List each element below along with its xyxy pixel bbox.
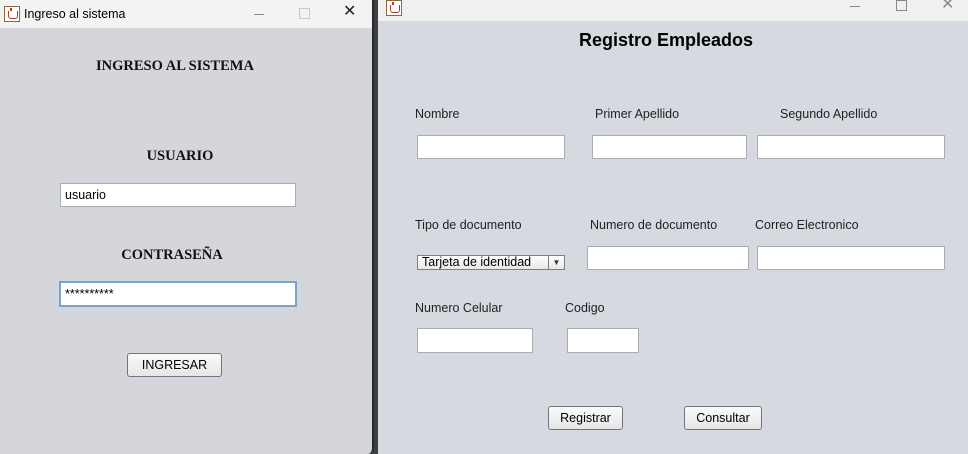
numero-documento-input[interactable]	[587, 246, 749, 270]
maximize-icon[interactable]	[896, 0, 907, 11]
tipo-documento-label: Tipo de documento	[415, 218, 522, 232]
login-titlebar: Ingreso al sistema ✕	[0, 0, 372, 28]
primer-apellido-label: Primer Apellido	[595, 107, 680, 121]
correo-label: Correo Electronico	[755, 218, 859, 232]
celular-label: Numero Celular	[415, 301, 503, 315]
ingresar-button[interactable]: INGRESAR	[127, 353, 222, 377]
window-title: Ingreso al sistema	[24, 7, 126, 21]
register-titlebar: ✕	[378, 0, 968, 21]
registrar-button[interactable]: Registrar	[548, 406, 623, 430]
numero-documento-label: Numero de documento	[590, 218, 718, 232]
login-window: Ingreso al sistema ✕ INGRESO AL SISTEMA …	[0, 0, 374, 454]
consultar-button[interactable]: Consultar	[684, 406, 762, 430]
usuario-label: USUARIO	[146, 148, 214, 164]
tipo-documento-selected: Tarjeta de identidad	[422, 255, 532, 269]
nombre-label: Nombre	[415, 107, 460, 121]
primer-apellido-input[interactable]	[592, 135, 747, 159]
password-field[interactable]	[59, 281, 297, 307]
close-icon[interactable]: ✕	[941, 0, 954, 13]
close-icon[interactable]: ✕	[343, 4, 356, 20]
codigo-label: Codigo	[565, 301, 605, 315]
codigo-input[interactable]	[567, 328, 639, 353]
nombre-input[interactable]	[417, 135, 565, 159]
java-app-icon	[4, 6, 20, 22]
usuario-input[interactable]	[60, 183, 296, 207]
page-title: Registro Empleados	[579, 30, 754, 50]
minimize-icon[interactable]	[850, 0, 860, 13]
contrasena-label: CONTRASEÑA	[121, 247, 223, 263]
segundo-apellido-input[interactable]	[757, 135, 945, 159]
correo-input[interactable]	[757, 246, 945, 270]
java-app-icon	[386, 0, 402, 16]
chevron-down-icon[interactable]: ▼	[548, 256, 564, 269]
maximize-icon	[299, 8, 310, 19]
minimize-icon[interactable]	[254, 8, 264, 21]
login-heading: INGRESO AL SISTEMA	[96, 58, 254, 74]
segundo-apellido-label: Segundo Apellido	[780, 107, 878, 121]
register-window: ✕ Registro Empleados Nombre Primer Apell…	[378, 0, 968, 454]
tipo-documento-select[interactable]: Tarjeta de identidad ▼	[417, 255, 565, 270]
celular-input[interactable]	[417, 328, 533, 353]
